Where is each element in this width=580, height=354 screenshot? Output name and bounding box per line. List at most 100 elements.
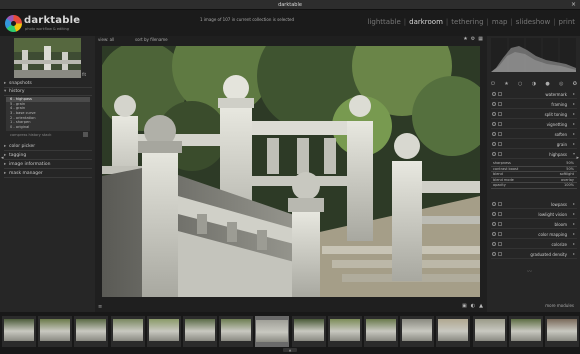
view-slideshow[interactable]: slideshow	[516, 18, 550, 26]
power-icon	[492, 102, 496, 106]
display-icon[interactable]: ▣	[462, 303, 467, 309]
filmstrip-thumbnail[interactable]	[74, 316, 109, 347]
expand-icon: ▸	[572, 231, 575, 236]
style-icon[interactable]	[83, 132, 88, 137]
left-panel: fit ▸ snapshots ▾ history 6 - highpass 5 -…	[0, 36, 95, 312]
param-opacity[interactable]: opacity 100%	[491, 183, 577, 189]
filmstrip-thumbnail[interactable]	[364, 316, 398, 347]
expand-icon: ▸	[572, 111, 575, 116]
module-color-mapping[interactable]: color mapping ▸	[491, 230, 577, 239]
filmstrip-thumbnail[interactable]	[255, 316, 290, 347]
expand-icon: ▾	[572, 151, 575, 156]
section-image-information[interactable]: ▸ image information	[4, 162, 92, 169]
filmstrip-thumbnail[interactable]	[327, 316, 362, 347]
module-lowpass[interactable]: lowpass ▸	[491, 200, 577, 209]
filmstrip-thumbnail[interactable]	[2, 316, 36, 347]
view-print[interactable]: print	[559, 18, 575, 26]
filmstrip-thumbnail[interactable]	[38, 316, 73, 347]
color-group-icon[interactable]: ●	[545, 81, 549, 87]
filmstrip-thumbnail[interactable]	[508, 316, 543, 347]
main-image[interactable]	[102, 46, 480, 297]
filmstrip-thumbnail[interactable]	[545, 316, 579, 347]
filmstrip-thumbnail[interactable]	[472, 316, 507, 347]
filmstrip-thumbnail[interactable]	[146, 316, 181, 347]
preset-icon	[498, 212, 502, 216]
mask-icon[interactable]: ◐	[471, 303, 475, 309]
section-snapshots[interactable]: ▸ snapshots	[4, 81, 92, 88]
panel-divider-icon: 〰	[527, 269, 533, 275]
preset-icon	[498, 102, 502, 106]
top-toolbar: view: all sort by filename ★ ⚙ ▦	[95, 36, 487, 44]
filmstrip-thumbnail[interactable]	[219, 316, 254, 347]
view-filter[interactable]: view: all	[98, 37, 114, 42]
star-icon[interactable]: ★	[504, 81, 508, 87]
grid-icon[interactable]: ▦	[478, 36, 483, 42]
view-lighttable[interactable]: lighttable	[368, 18, 401, 26]
sort-selector[interactable]: sort by filename	[135, 37, 168, 42]
tone-group-icon[interactable]: ◑	[532, 81, 536, 87]
filmstrip-thumbnail[interactable]	[291, 316, 326, 347]
expand-icon: ▸	[572, 91, 575, 96]
module-split-toning[interactable]: split toning ▸	[491, 110, 577, 119]
filmstrip-thumbnail[interactable]	[110, 316, 145, 347]
close-icon[interactable]: ×	[571, 1, 576, 8]
power-icon	[492, 152, 496, 156]
filmstrip: ▲	[0, 312, 580, 354]
module-group-tabs: ⏻ ★ ○ ◑ ● ◎ ✪	[491, 81, 577, 87]
module-bloom[interactable]: bloom ▸	[491, 220, 577, 229]
effect-group-icon[interactable]: ✪	[573, 81, 577, 87]
filmstrip-handle-icon[interactable]: ▲	[283, 348, 297, 352]
module-watermark[interactable]: watermark ▸	[491, 90, 577, 99]
expand-icon: ▸	[572, 121, 575, 126]
window-title: darktable	[278, 2, 302, 8]
module-framing[interactable]: framing ▸	[491, 100, 577, 109]
navigation-thumbnail[interactable]	[14, 38, 81, 78]
darktable-logo	[5, 15, 22, 32]
filmstrip-thumbnail[interactable]	[400, 316, 435, 347]
section-color-picker[interactable]: ▸ color picker	[4, 144, 92, 151]
more-modules-button[interactable]: more modules	[545, 303, 574, 308]
collapse-left-panel-icon[interactable]: ◂	[1, 155, 4, 161]
history-item[interactable]: 0 - original	[6, 125, 90, 130]
module-colorize[interactable]: colorize ▸	[491, 240, 577, 249]
expand-icon: ▸	[572, 101, 575, 106]
filmstrip-thumbnail[interactable]	[436, 316, 471, 347]
expand-icon: ▸	[572, 201, 575, 206]
histogram[interactable]	[491, 38, 576, 72]
brand-tagline: photo workflow & editing	[25, 27, 69, 31]
power-icon	[492, 142, 496, 146]
section-mask-manager[interactable]: ▸ mask manager	[4, 171, 92, 178]
correct-group-icon[interactable]: ◎	[559, 81, 563, 87]
module-graduated-density[interactable]: graduated density ▸	[491, 250, 577, 259]
gear-icon[interactable]: ⚙	[471, 36, 475, 42]
power-icon	[492, 252, 496, 256]
power-icon	[492, 112, 496, 116]
module-vignetting[interactable]: vignetting ▸	[491, 120, 577, 129]
history-list: 6 - highpass 5 - grain 4 - grain 3 - bas…	[6, 97, 90, 131]
center-view: view: all sort by filename ★ ⚙ ▦ ≡ ▣ ◐ ▲	[95, 36, 487, 312]
view-map[interactable]: map	[492, 18, 508, 26]
star-icon[interactable]: ★	[463, 36, 467, 42]
power-icon	[492, 122, 496, 126]
compress-history-button[interactable]: compress history stack	[10, 133, 52, 137]
module-lowlight-vision[interactable]: lowlight vision ▸	[491, 210, 577, 219]
collapse-right-panel-icon[interactable]: ▸	[576, 155, 579, 161]
section-tagging[interactable]: ▸ tagging	[4, 153, 92, 160]
zoom-level[interactable]: fit	[82, 72, 86, 77]
basic-group-icon[interactable]: ○	[518, 81, 522, 87]
module-grain[interactable]: grain ▸	[491, 140, 577, 149]
preset-icon	[498, 132, 502, 136]
module-highpass[interactable]: highpass ▾	[491, 150, 577, 159]
view-darkroom[interactable]: darkroom	[409, 18, 443, 26]
power-icon[interactable]: ⏻	[491, 81, 495, 87]
filmstrip-thumbnail[interactable]	[183, 316, 217, 347]
menu-icon[interactable]: ≡	[98, 304, 102, 310]
power-icon	[492, 132, 496, 136]
expand-icon: ▸	[572, 141, 575, 146]
warning-icon[interactable]: ▲	[479, 303, 483, 309]
view-switcher: lighttable | darkroom | tethering | map | sl…	[367, 18, 575, 26]
view-tethering[interactable]: tethering	[451, 18, 483, 26]
section-history[interactable]: ▾ history	[4, 89, 92, 96]
module-soften[interactable]: soften ▸	[491, 130, 577, 139]
power-icon	[492, 232, 496, 236]
